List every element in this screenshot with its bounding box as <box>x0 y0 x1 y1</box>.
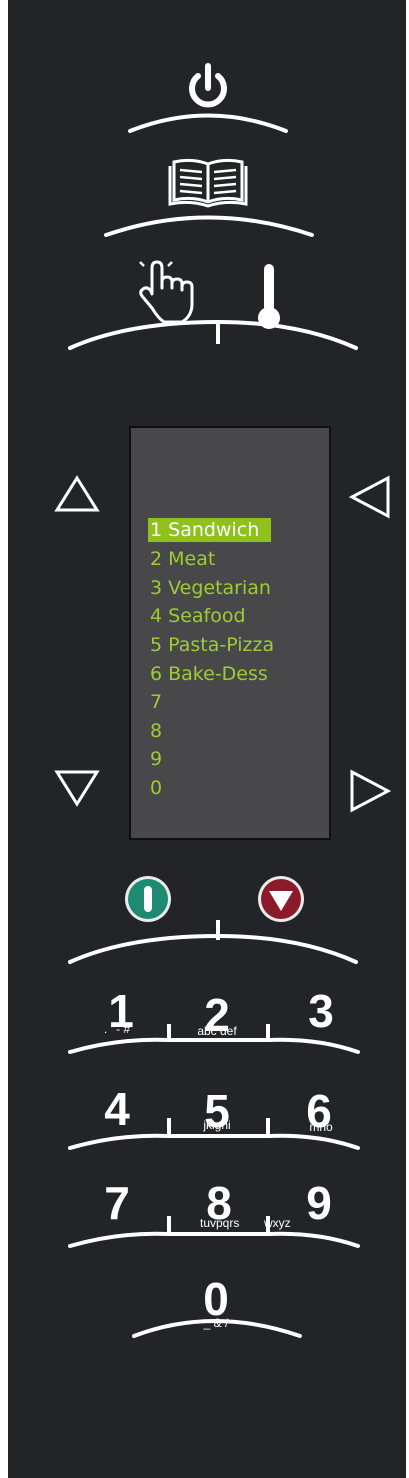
temperature-button[interactable] <box>254 262 284 332</box>
nav-left-button[interactable] <box>348 474 392 520</box>
menu-item-5[interactable]: 5 Pasta-Pizza <box>150 633 274 657</box>
key-4[interactable]: 4 <box>92 1086 142 1132</box>
start-button[interactable] <box>125 876 171 922</box>
key-8-letters: tuvpqrs <box>200 1216 240 1230</box>
menu-item-4[interactable]: 4 Seafood <box>150 604 246 628</box>
stop-button[interactable] <box>258 876 304 922</box>
triangle-right-icon <box>350 769 392 813</box>
power-icon <box>189 63 227 108</box>
thermometer-icon <box>258 264 280 329</box>
start-icon <box>128 879 168 919</box>
triangle-left-icon <box>348 475 390 519</box>
triangle-up-icon <box>54 475 100 512</box>
manual-mode-button[interactable] <box>138 256 198 328</box>
key-5-letters: jklghi <box>203 1118 231 1132</box>
menu-item-10[interactable]: 0 <box>150 776 162 800</box>
key-2-letters: abc def <box>197 1024 237 1038</box>
menu-item-7[interactable]: 7 <box>150 690 162 714</box>
key-9-letters: wxyz <box>264 1216 291 1230</box>
hand-pointer-icon <box>139 256 194 324</box>
key-7[interactable]: 7 <box>92 1180 142 1226</box>
key-6-letters: mno <box>309 1120 333 1134</box>
menu-item-8[interactable]: 8 <box>150 719 162 743</box>
menu-item-1[interactable]: 1 Sandwich <box>148 518 272 542</box>
triangle-down-icon <box>54 770 100 807</box>
menu-item-9[interactable]: 9 <box>150 747 162 771</box>
menu-item-3[interactable]: 3 Vegetarian <box>150 576 271 600</box>
lcd-display: 1 Sandwich 2 Meat 3 Vegetarian 4 Seafood… <box>129 426 331 840</box>
stop-icon <box>261 879 301 919</box>
nav-up-button[interactable] <box>53 474 101 514</box>
menu-item-2[interactable]: 2 Meat <box>150 547 215 571</box>
key-3[interactable]: 3 <box>296 988 346 1034</box>
key-0-letters: _ & / <box>203 1316 229 1330</box>
menu-item-6[interactable]: 6 Bake-Dess <box>150 662 268 686</box>
book-icon <box>168 158 248 208</box>
power-button[interactable] <box>178 58 238 112</box>
key-1-letters: . ' - # <box>103 1022 131 1036</box>
nav-down-button[interactable] <box>53 768 101 808</box>
nav-right-button[interactable] <box>348 768 392 814</box>
control-panel: 1 Sandwich 2 Meat 3 Vegetarian 4 Seafood… <box>8 0 406 1478</box>
recipe-book-button[interactable] <box>166 156 250 208</box>
